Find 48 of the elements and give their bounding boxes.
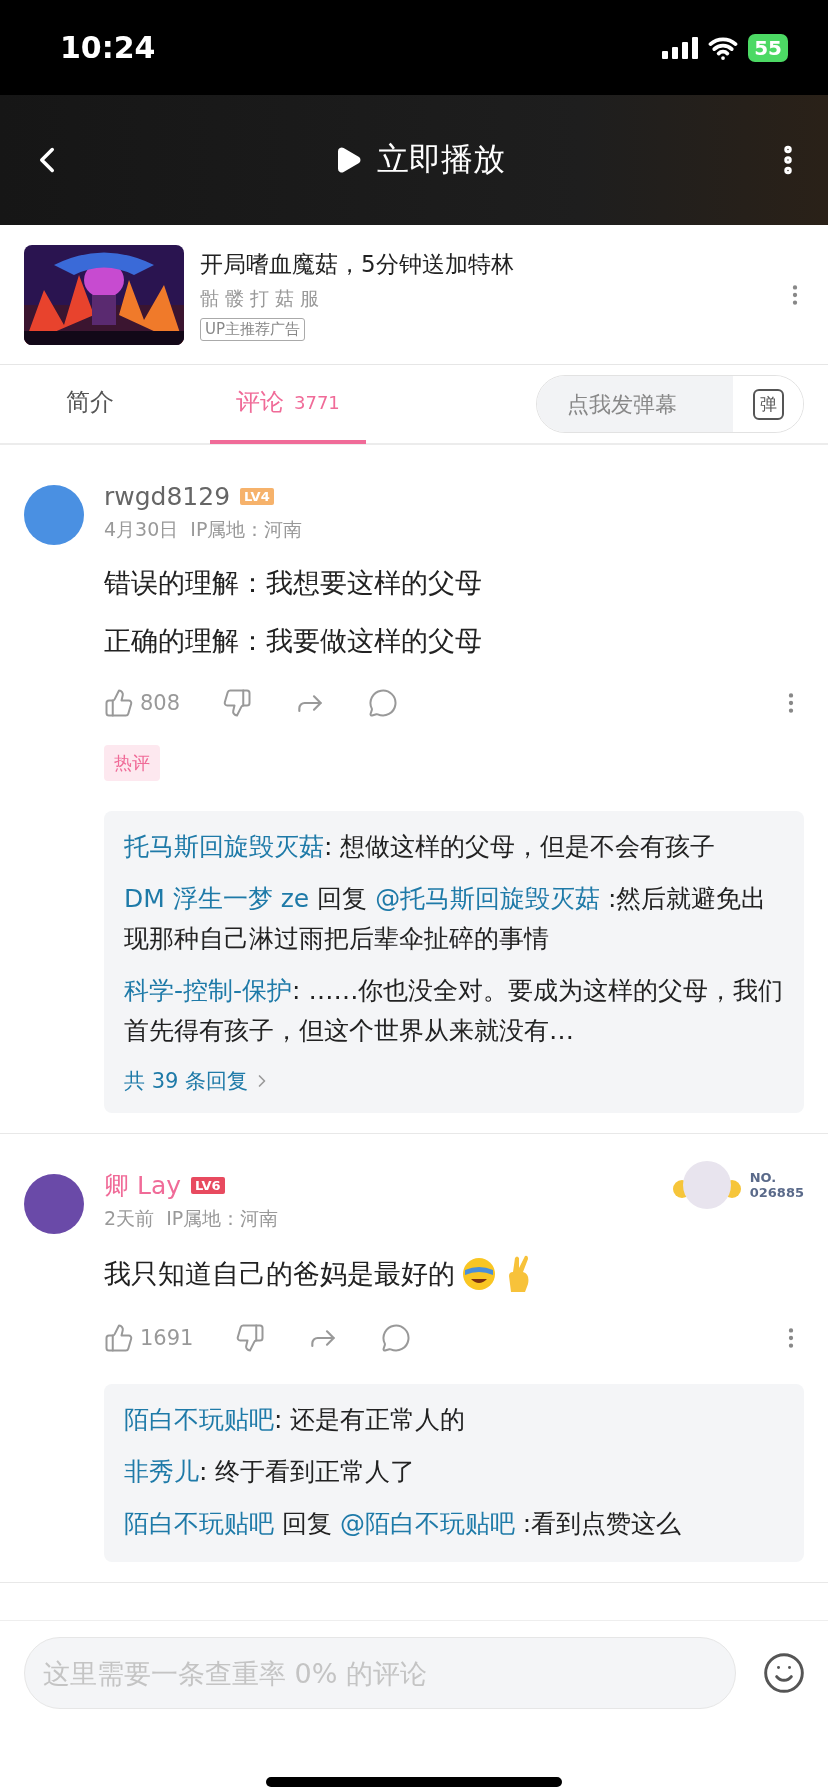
pendant-label: NO.: [749, 1170, 778, 1185]
level-badge: LV4: [240, 487, 274, 505]
comment-meta: 2天前 IP属地：河南: [104, 1206, 280, 1231]
signal-icon: [662, 36, 699, 59]
reply-text: 陌白不玩贴吧: 还是有正常人的: [124, 1404, 467, 1436]
ad-tag: UP主推荐广告: [200, 317, 306, 341]
dislike-button[interactable]: [235, 1323, 266, 1353]
laughing-sticker-icon: [461, 1256, 497, 1292]
reply-author[interactable]: 托马斯回旋毁灭菇: [124, 832, 324, 861]
like-button[interactable]: 808: [104, 688, 181, 718]
pendant-number: 026885: [749, 1185, 804, 1200]
reply-text: 非秀儿: 终于看到正常人了: [124, 1456, 417, 1488]
comment-text: 正确的理解：我要做这样的父母: [104, 624, 482, 658]
comment-meta: 4月30日 IP属地：河南: [104, 517, 304, 542]
tab[interactable]: 简介: [40, 364, 140, 444]
hot-tag: 热评: [104, 745, 160, 781]
reply-author[interactable]: 非秀儿: [124, 1457, 199, 1486]
reply-text: 科学-控制-保护: ……你也没全对。要成为这样的父母，我们首先得有孩子，但这个世界从来就没有…: [124, 975, 784, 1047]
more-replies-link[interactable]: 共 39 条回复: [124, 1067, 784, 1095]
user-name[interactable]: 卿 Lay: [104, 1168, 181, 1202]
battery-level: 55: [748, 33, 788, 62]
user-name[interactable]: rwgd8129: [104, 481, 231, 511]
reply-button[interactable]: [368, 688, 399, 718]
level-badge: LV6: [191, 1176, 225, 1194]
reply-text: DM 浮生一梦 ze 回复 @托马斯回旋毁灭菇 :然后就避免出现那种自己淋过雨把后辈伞扯碎的事情: [124, 883, 768, 955]
ad-title[interactable]: 开局嗜血魔菇，5分钟送加特林: [200, 248, 766, 280]
comment-text: 我只知道自己的爸妈是最好的: [104, 1257, 455, 1291]
thumbs-up-icon[interactable]: [104, 688, 134, 718]
reply-button[interactable]: [381, 1323, 412, 1353]
avatar[interactable]: [24, 485, 84, 545]
tab[interactable]: 评论 3771: [210, 364, 366, 444]
reply-author[interactable]: DM 浮生一梦 ze: [124, 884, 310, 913]
status-time: 10:24: [60, 30, 156, 65]
mention-link[interactable]: @托马斯回旋毁灭菇: [375, 884, 601, 913]
mention-link[interactable]: @陌白不玩贴吧: [339, 1509, 515, 1538]
thumbs-up-icon[interactable]: [104, 1323, 134, 1353]
ad-uploader: 骷 髅 打 菇 服: [200, 285, 321, 311]
comment-text: 错误的理解：我想要这样的父母: [104, 566, 482, 600]
play-now-label[interactable]: 立即播放: [377, 138, 505, 182]
reply-author[interactable]: 陌白不玩贴吧: [124, 1405, 274, 1434]
like-button[interactable]: 1691: [104, 1323, 194, 1353]
reply-author[interactable]: 陌白不玩贴吧: [124, 1509, 274, 1538]
reply-text: 托马斯回旋毁灭菇: 想做这样的父母，但是不会有孩子: [124, 831, 717, 863]
reply-text: 陌白不玩贴吧 回复 @陌白不玩贴吧 :看到点赞这么: [124, 1508, 683, 1540]
emoji-icon[interactable]: [762, 1651, 806, 1695]
dislike-button[interactable]: [222, 688, 253, 718]
reply-author[interactable]: 科学-控制-保护: [124, 976, 293, 1005]
avatar[interactable]: [24, 1174, 84, 1234]
